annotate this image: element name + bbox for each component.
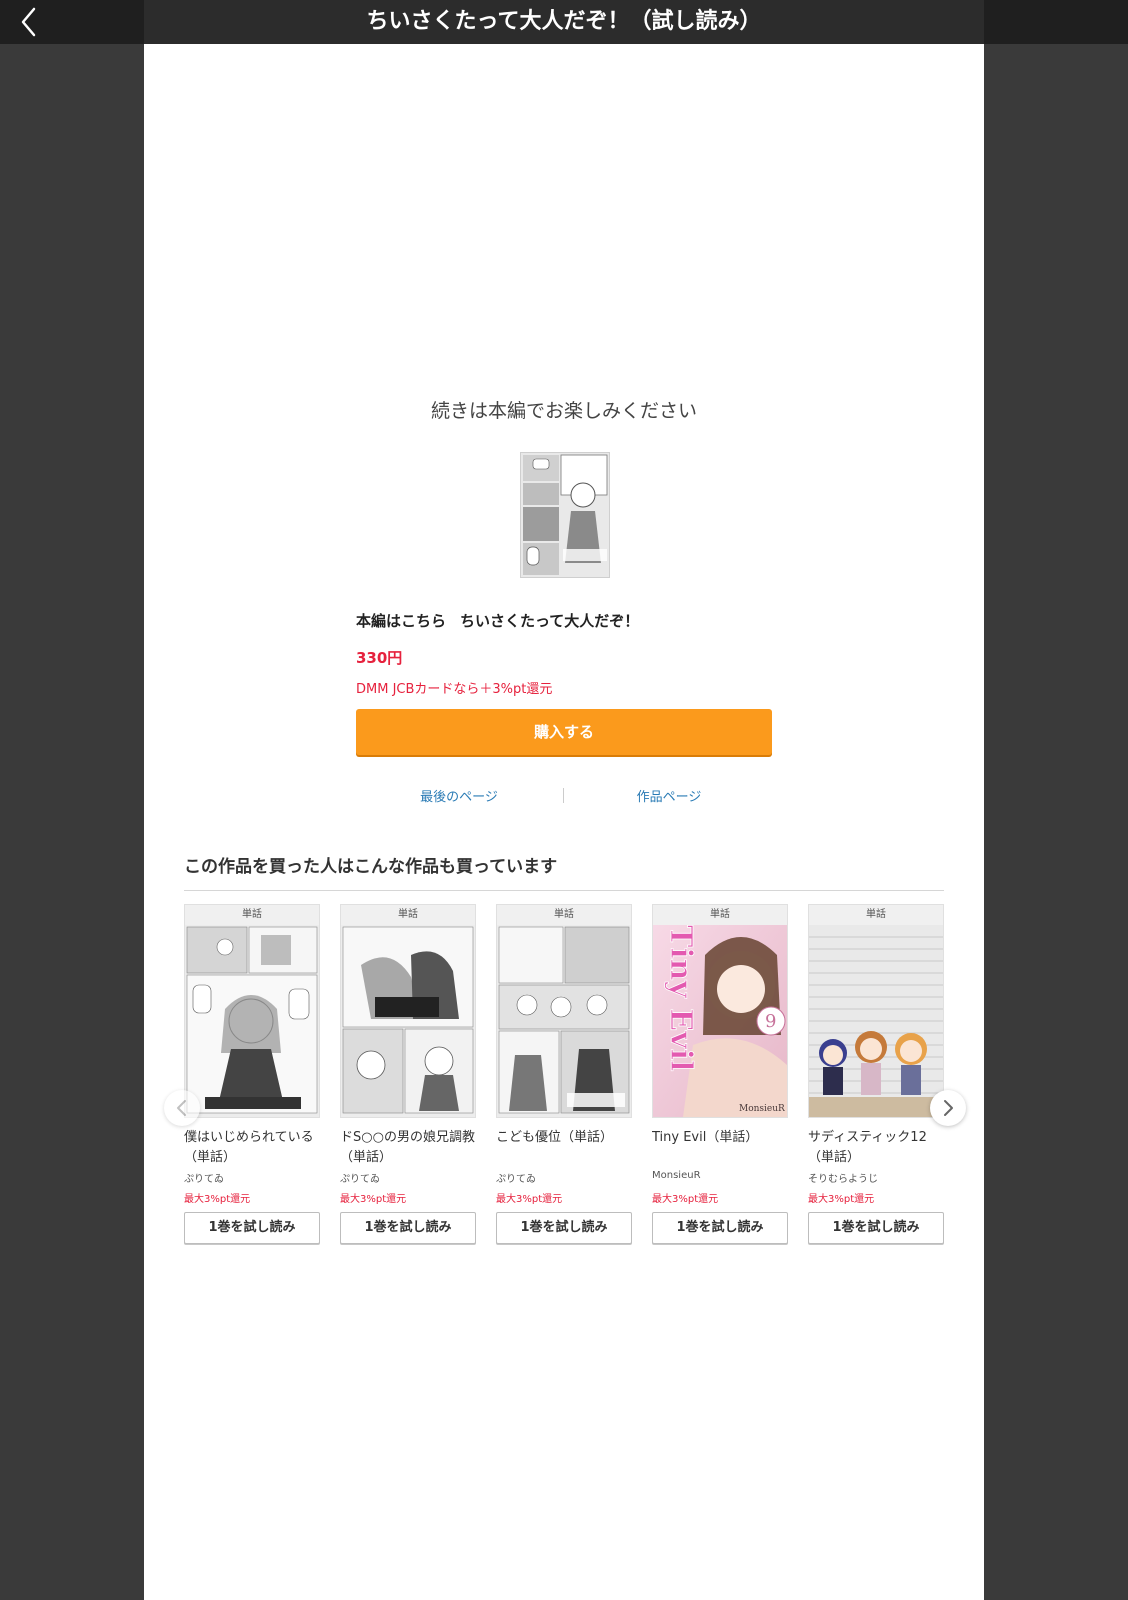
page-title: ちいさくたって大人だぞ！（試し読み）: [144, 0, 984, 44]
recommend-title[interactable]: サディスティック12（単話）: [808, 1128, 944, 1168]
trial-read-button[interactable]: 1巻を試し読み: [496, 1212, 632, 1244]
recommend-cover[interactable]: 単話: [808, 904, 944, 1118]
purchase-section: 本編はこちら ちいさくたって大人だぞ！ 330円 DMM JCBカードなら＋3%p…: [356, 610, 772, 755]
recommend-point-note: 最大3%pt還元: [184, 1194, 251, 1205]
recommend-author[interactable]: MonsieuR: [652, 1170, 788, 1184]
recommend-card[interactable]: 単話 こども優位（単話） ぷりてゐ 最大3%pt還元 1巻を試し読み: [496, 904, 632, 1244]
recommend-title[interactable]: Tiny Evil（単話）: [652, 1128, 788, 1168]
recommend-cover[interactable]: 単話: [340, 904, 476, 1118]
recommend-point-note: 最大3%pt還元: [496, 1194, 563, 1205]
recommend-title[interactable]: ドS○○の男の娘兄調教（単話）: [340, 1128, 476, 1168]
back-button[interactable]: [14, 6, 46, 38]
carousel-next-button[interactable]: [930, 1090, 966, 1126]
recommend-point-note: 最大3%pt還元: [808, 1194, 875, 1205]
recommend-carousel: 単話 僕はいじめられている（単話） ぷりてゐ 最大3%pt還元 1巻を試し読み …: [164, 904, 966, 1294]
link-divider: [563, 788, 564, 803]
trial-read-button[interactable]: 1巻を試し読み: [340, 1212, 476, 1244]
cover-volume-number: 9: [765, 1011, 776, 1032]
single-episode-badge: 単話: [653, 905, 787, 925]
single-episode-badge: 単話: [341, 905, 475, 925]
single-episode-badge: 単話: [809, 905, 943, 925]
last-page-link[interactable]: 最後のページ: [356, 786, 562, 805]
recommend-card[interactable]: 単話 僕はいじめられている（単話） ぷりてゐ 最大3%pt還元 1巻を試し読み: [184, 904, 320, 1244]
recommend-author[interactable]: ぷりてゐ: [184, 1170, 320, 1185]
product-price: 330円: [356, 649, 403, 667]
chevron-right-icon: [944, 1100, 953, 1116]
recommend-cover[interactable]: 単話: [496, 904, 632, 1118]
buy-button[interactable]: 購入する: [356, 709, 772, 755]
chevron-left-icon: [177, 1100, 186, 1116]
trial-read-button[interactable]: 1巻を試し読み: [652, 1212, 788, 1244]
recommend-cover[interactable]: 単話 Tiny Evil 9 MonsieuR: [652, 904, 788, 1118]
recommend-card[interactable]: 単話 ドS○○の男の娘兄調教（単話） ぷりてゐ 最大3%pt還元 1巻を試し読み: [340, 904, 476, 1244]
single-episode-badge: 単話: [185, 905, 319, 925]
single-episode-badge: 単話: [497, 905, 631, 925]
recommend-point-note: 最大3%pt還元: [652, 1194, 719, 1205]
product-heading: 本編はこちら ちいさくたって大人だぞ！: [356, 610, 772, 631]
reader-end-page: 続きは本編でお楽しみください 本編はこちら ちいさくたって大人だぞ！ 330円 D…: [144, 44, 984, 1600]
cover-author-text: MonsieuR: [739, 1104, 785, 1114]
recommend-title[interactable]: 僕はいじめられている（単話）: [184, 1128, 320, 1168]
recommend-cover[interactable]: 単話: [184, 904, 320, 1118]
trial-read-button[interactable]: 1巻を試し読み: [808, 1212, 944, 1244]
recommend-author[interactable]: そりむらようじ: [808, 1170, 944, 1185]
recommend-title[interactable]: こども優位（単話）: [496, 1128, 632, 1168]
product-title[interactable]: ちいさくたって大人だぞ！: [460, 612, 639, 630]
navigation-links: 最後のページ 作品ページ: [356, 786, 772, 806]
recommend-heading: この作品を買った人はこんな作品も買っています: [184, 852, 944, 891]
continue-message: 続きは本編でお楽しみください: [430, 400, 697, 422]
recommend-author[interactable]: ぷりてゐ: [340, 1170, 476, 1185]
work-page-link[interactable]: 作品ページ: [566, 786, 772, 805]
recommend-card[interactable]: 単話 サディスティック12（単話） そりむらようじ 最大3%pt還元 1巻を試し…: [808, 904, 944, 1244]
recommend-point-note: 最大3%pt還元: [340, 1194, 407, 1205]
recommend-author[interactable]: ぷりてゐ: [496, 1170, 632, 1185]
chevron-left-icon: [21, 7, 36, 37]
product-intro-label: 本編はこちら: [356, 612, 447, 630]
carousel-prev-button[interactable]: [164, 1090, 200, 1126]
top-bar: ちいさくたって大人だぞ！（試し読み）: [0, 0, 1128, 44]
card-cashback-note: DMM JCBカードなら＋3%pt還元: [356, 682, 553, 697]
cover-title-text: Tiny Evil: [663, 925, 698, 1072]
recommend-card[interactable]: 単話 Tiny Evil 9 MonsieuR Tiny Evil（単話） Mo…: [652, 904, 788, 1244]
product-cover-image[interactable]: [520, 452, 610, 578]
trial-read-button[interactable]: 1巻を試し読み: [184, 1212, 320, 1244]
